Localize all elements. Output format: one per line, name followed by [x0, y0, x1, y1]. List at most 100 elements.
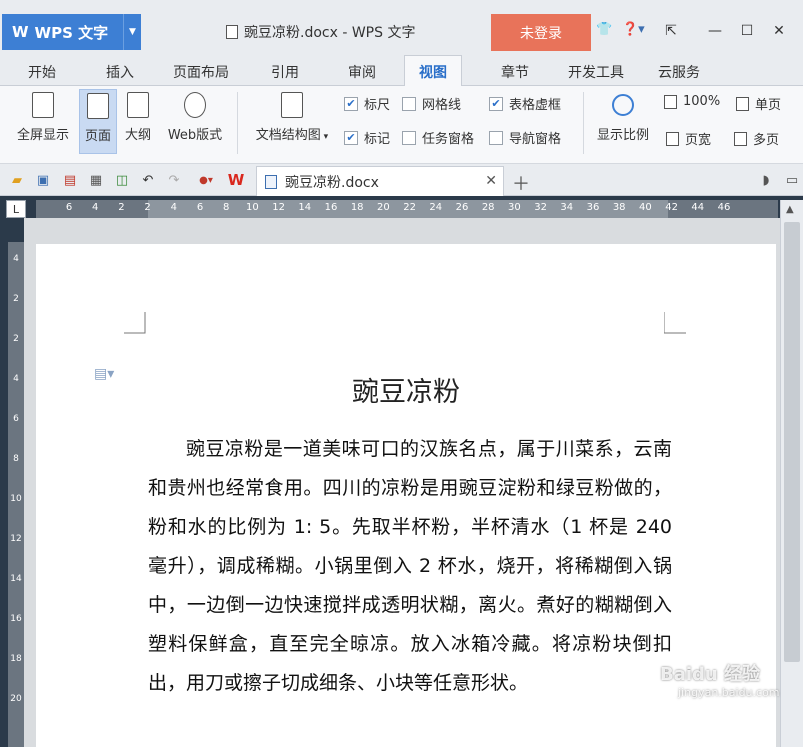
ruler-checkbox[interactable]: ✔ 标尺 — [344, 94, 390, 113]
marks-checkbox[interactable]: ✔ 标记 — [344, 128, 390, 147]
fullscreen-button[interactable]: 全屏显示 — [10, 92, 76, 143]
multi-page-label: 多页 — [753, 133, 780, 148]
title-bar: W WPS 文字 ▼ 豌豆凉粉.docx - WPS 文字 未登录 👕 ❓▾ ⇱… — [0, 0, 803, 52]
chevron-down-icon: ▾ — [320, 132, 329, 142]
undo-icon[interactable]: ↶ — [140, 172, 156, 188]
baidu-jingyan-watermark: Baidu 经验 jingyan.baidu.com — [660, 660, 780, 699]
wps-home-icon[interactable]: W — [228, 171, 245, 189]
tab-layout[interactable]: 页面布局 — [173, 62, 229, 82]
table-gridlines-checkbox[interactable]: ✔ 表格虚框 — [489, 94, 561, 113]
ruler-tick-label: 30 — [508, 202, 521, 213]
ruler-tick-label: 20 — [377, 202, 390, 213]
print-icon[interactable]: ▦ — [88, 172, 104, 188]
vertical-ruler[interactable]: 4 2 2 4 6 8 10 12 14 16 18 20 — [8, 242, 24, 747]
tab-references[interactable]: 引用 — [271, 62, 299, 82]
zoom-100-button[interactable]: 100% — [664, 94, 720, 109]
ruler-tick-label: 6 — [65, 202, 73, 213]
ribbon-divider — [583, 92, 584, 154]
quick-access-toolbar: ▰ ▣ ▤ ▦ ◫ ↶ ↷ ●▾ W 豌豆凉粉.docx ✕ ＋ ◗ ▭ — [0, 164, 803, 196]
wps-logo: W — [12, 23, 29, 41]
outline-icon — [127, 92, 149, 118]
shirt-skin-icon[interactable]: 👕 — [596, 22, 612, 37]
marks-label: 标记 — [364, 132, 391, 147]
doc-structure-button[interactable]: 文档结构图 ▾ — [246, 92, 338, 143]
tab-cloud[interactable]: 云服务 — [658, 62, 700, 82]
ruler-tick-label: 26 — [455, 202, 469, 213]
tab-review[interactable]: 审阅 — [348, 62, 376, 82]
scroll-up-icon[interactable]: ▲ — [786, 204, 794, 215]
nav-pane-label: 导航窗格 — [509, 132, 562, 147]
ruler-tick-label: 4 — [13, 374, 19, 384]
nav-pane-checkbox[interactable]: 导航窗格 — [489, 128, 561, 147]
minimize-icon[interactable]: — — [702, 20, 728, 42]
single-page-button[interactable]: 单页 — [736, 94, 781, 113]
ruler-tick-label: 4 — [92, 202, 99, 213]
ruler-tick-label: 36 — [586, 202, 600, 213]
open-folder-icon[interactable]: ▰ — [9, 172, 25, 188]
page-view-button[interactable]: 页面 — [79, 89, 117, 154]
ruler-tick-label: 20 — [10, 694, 22, 704]
web-view-button[interactable]: Web版式 — [160, 92, 230, 143]
ruler-tick-label: 4 — [13, 254, 19, 264]
check-icon: ✔ — [489, 96, 503, 111]
watermark-url: jingyan.baidu.com — [678, 686, 780, 699]
single-page-label: 单页 — [755, 98, 782, 113]
tab-insert[interactable]: 插入 — [106, 62, 134, 82]
app-menu-button[interactable]: W WPS 文字 ▼ — [2, 14, 141, 50]
menu-tabs: 开始 插入 页面布局 引用 审阅 视图 章节 开发工具 云服务 — [0, 52, 803, 86]
multi-page-icon — [734, 131, 747, 146]
tab-section[interactable]: 章节 — [501, 62, 529, 82]
save-icon[interactable]: ▣ — [35, 172, 51, 188]
ruler-tick-label: 18 — [10, 654, 22, 664]
page-view-label: 页面 — [84, 129, 111, 144]
ruler-tick-label: 10 — [10, 494, 22, 504]
document-icon — [226, 25, 238, 39]
ruler-tick-label: 4 — [170, 202, 177, 213]
page-icon — [87, 93, 109, 119]
scrollbar-thumb[interactable] — [784, 222, 800, 662]
document-paragraph[interactable]: 豌豆凉粉是一道美味可口的汉族名点，属于川菜系，云南和贵州也经常食用。四川的凉粉是… — [148, 430, 672, 703]
outline-view-button[interactable]: 大纲 — [120, 92, 156, 143]
new-tab-plus-icon[interactable]: ＋ — [512, 170, 530, 196]
export-pdf-icon[interactable]: ▤ — [62, 172, 78, 188]
ruler-tick-label: 10 — [246, 202, 259, 213]
tab-home[interactable]: 开始 — [28, 62, 56, 82]
redo-icon[interactable]: ↷ — [166, 172, 182, 188]
collapse-ribbon-icon[interactable]: ▭ — [784, 172, 800, 188]
horizontal-ruler[interactable]: 6 4 2 2 4 6 8 10 12 14 16 18 20 22 24 26 28 30 32 34 36 38 40 4… — [36, 200, 778, 218]
chevron-down-icon[interactable]: ▼ — [123, 14, 141, 50]
page-width-button[interactable]: 页宽 — [666, 129, 711, 148]
tab-view[interactable]: 视图 — [404, 55, 462, 86]
help-icon[interactable]: ❓▾ — [622, 22, 645, 37]
web-view-label: Web版式 — [167, 128, 223, 143]
close-icon[interactable]: ✕ — [766, 20, 792, 42]
ruler-tick-label: 44 — [691, 202, 705, 213]
ruler-tick-label: 34 — [560, 202, 574, 213]
close-tab-icon[interactable]: ✕ — [485, 173, 497, 189]
login-button[interactable]: 未登录 — [491, 14, 591, 51]
ruler-tick-label: 16 — [10, 614, 22, 624]
maximize-icon[interactable]: ☐ — [734, 20, 760, 42]
zoom-label: 显示比例 — [596, 128, 649, 143]
ruler-tick-label: 8 — [13, 454, 19, 464]
gridlines-checkbox[interactable]: 网格线 — [402, 94, 461, 113]
tab-developer[interactable]: 开发工具 — [568, 62, 624, 82]
document-title[interactable]: 豌豆凉粉 — [36, 370, 776, 409]
check-icon: ✔ — [344, 96, 358, 111]
document-body[interactable]: 豌豆凉粉是一道美味可口的汉族名点，属于川菜系，云南和贵州也经常食用。四川的凉粉是… — [148, 430, 672, 703]
vertical-scrollbar[interactable]: ▲ — [780, 200, 803, 747]
print-preview-icon[interactable]: ◫ — [114, 172, 130, 188]
zoom-button[interactable]: 显示比例 — [590, 92, 656, 143]
multi-page-button[interactable]: 多页 — [734, 129, 779, 148]
tab-stop-selector[interactable]: L — [6, 200, 26, 218]
page-width-label: 页宽 — [685, 133, 712, 148]
ruler-tick-label: 28 — [481, 202, 495, 213]
ribbon-toggle-icon[interactable]: ⇱ — [658, 20, 684, 42]
skin-toggle-icon[interactable]: ◗ — [758, 172, 774, 188]
ruler-tick-label: 12 — [272, 202, 285, 213]
document-tab[interactable]: 豌豆凉粉.docx ✕ — [256, 166, 504, 196]
task-pane-checkbox[interactable]: 任务窗格 — [402, 128, 474, 147]
ribbon-view: 全屏显示 页面 大纲 Web版式 文档结构图 ▾ ✔ 标尺 网格线 ✔ 表格虚框… — [0, 86, 803, 164]
ruler-tick-label: 2 — [118, 202, 125, 213]
customize-toolbar-icon[interactable]: ●▾ — [198, 172, 214, 188]
